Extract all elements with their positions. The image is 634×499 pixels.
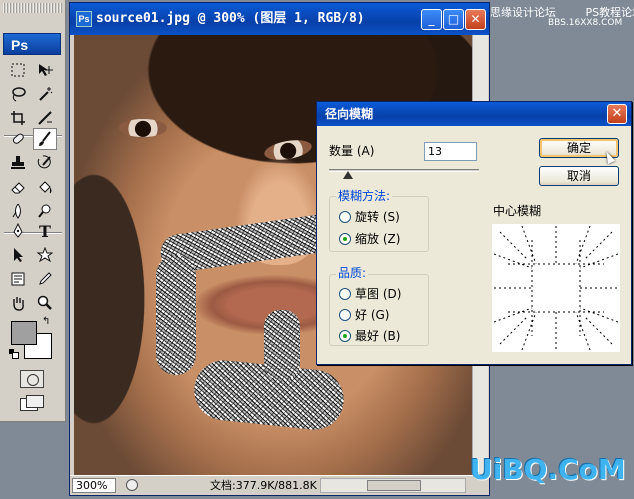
photoshop-logo[interactable]: Ps [3, 33, 61, 55]
radio-spin[interactable]: 旋转 (S) [339, 208, 400, 225]
marquee-tool-icon[interactable] [6, 59, 30, 81]
radio-good-circle[interactable] [339, 308, 351, 321]
blur-tool-icon[interactable] [6, 200, 30, 222]
cancel-button[interactable]: 取消 [539, 166, 619, 186]
blur-center-lines [493, 225, 619, 351]
canvas-eye-left [119, 119, 167, 137]
type-tool-icon[interactable]: T [33, 220, 57, 242]
radio-draft-label: 草图 (D) [355, 287, 402, 301]
slice-tool-icon[interactable] [33, 107, 57, 129]
noise-chin-left [156, 255, 196, 375]
blur-method-title: 模糊方法: [336, 189, 393, 203]
radio-best-label: 最好 (B) [355, 329, 401, 343]
radio-good-label: 好 (G) [355, 308, 390, 322]
noise-chin-right [264, 310, 300, 380]
radio-draft-circle[interactable] [339, 287, 351, 300]
radio-best-circle[interactable] [339, 329, 351, 342]
watermark-site: UiBQ.CoM [470, 453, 626, 486]
lasso-tool-icon[interactable] [6, 83, 30, 105]
path-selection-tool-icon[interactable] [6, 244, 30, 266]
radio-spin-label: 旋转 (S) [355, 210, 400, 224]
radio-draft[interactable]: 草图 (D) [339, 285, 401, 302]
document-title: source01.jpg @ 300% (图层 1, RGB/8) [96, 11, 365, 26]
tools-palette: Ps T ↰ [0, 0, 66, 422]
paint-bucket-tool-icon[interactable] [33, 176, 57, 198]
eraser-tool-icon[interactable] [6, 176, 30, 198]
radio-good[interactable]: 好 (G) [339, 306, 389, 323]
document-size-info: 文档:377.9K/881.8K [210, 479, 317, 492]
radio-best[interactable]: 最好 (B) [339, 327, 400, 344]
maximize-button[interactable]: □ [443, 9, 464, 30]
history-brush-tool-icon[interactable] [33, 152, 57, 174]
radio-zoom[interactable]: 缩放 (Z) [339, 230, 400, 247]
center-blur-label: 中心模糊 [493, 204, 542, 218]
amount-input[interactable]: 13 [424, 142, 477, 161]
document-app-icon: Ps [76, 11, 92, 27]
hand-tool-icon[interactable] [6, 292, 30, 314]
horizontal-scrollbar[interactable] [320, 478, 466, 493]
move-tool-icon[interactable] [33, 59, 57, 81]
screen-mode-button[interactable] [18, 394, 46, 412]
foreground-color-swatch[interactable] [11, 321, 37, 345]
swap-colors-icon[interactable]: ↰ [42, 316, 50, 327]
dialog-title[interactable]: 径向模糊 [317, 102, 631, 126]
status-bar: 300% 文档:377.9K/881.8K [70, 475, 489, 495]
healing-brush-tool-icon[interactable] [6, 128, 30, 150]
close-button[interactable]: ✕ [465, 9, 486, 30]
magic-wand-tool-icon[interactable] [33, 83, 57, 105]
brush-tool-icon[interactable] [33, 128, 57, 150]
zoom-level-field[interactable]: 300% [72, 478, 116, 493]
radio-zoom-label: 缩放 (Z) [355, 232, 401, 246]
amount-label: 数量 (A) [329, 144, 375, 158]
default-colors-icon[interactable] [9, 349, 19, 359]
pen-tool-icon[interactable] [6, 220, 30, 242]
eyedropper-tool-icon[interactable] [33, 268, 57, 290]
minimize-button[interactable]: _ [421, 9, 442, 30]
custom-shape-tool-icon[interactable] [33, 244, 57, 266]
watermark-url: BBS.16XX8.COM [548, 18, 623, 28]
clone-stamp-tool-icon[interactable] [6, 152, 30, 174]
radio-zoom-circle[interactable] [339, 232, 351, 245]
notes-tool-icon[interactable] [6, 268, 30, 290]
amount-slider-thumb[interactable] [343, 171, 353, 179]
status-menu-button[interactable] [126, 479, 138, 491]
dialog-close-button[interactable]: ✕ [607, 104, 627, 124]
palette-grip[interactable] [3, 3, 63, 13]
zoom-tool-icon[interactable] [33, 292, 57, 314]
horizontal-scroll-thumb[interactable] [367, 480, 421, 491]
blur-center-preview[interactable] [492, 224, 620, 352]
dodge-tool-icon[interactable] [33, 200, 57, 222]
radio-spin-circle[interactable] [339, 210, 351, 223]
quality-title: 品质: [336, 266, 369, 280]
crop-tool-icon[interactable] [6, 107, 30, 129]
radial-blur-dialog: 径向模糊 ✕ 数量 (A) 13 确定 取消 模糊方法: 旋转 (S) 缩放 (… [316, 101, 632, 365]
quick-mask-mode-button[interactable] [20, 370, 44, 388]
